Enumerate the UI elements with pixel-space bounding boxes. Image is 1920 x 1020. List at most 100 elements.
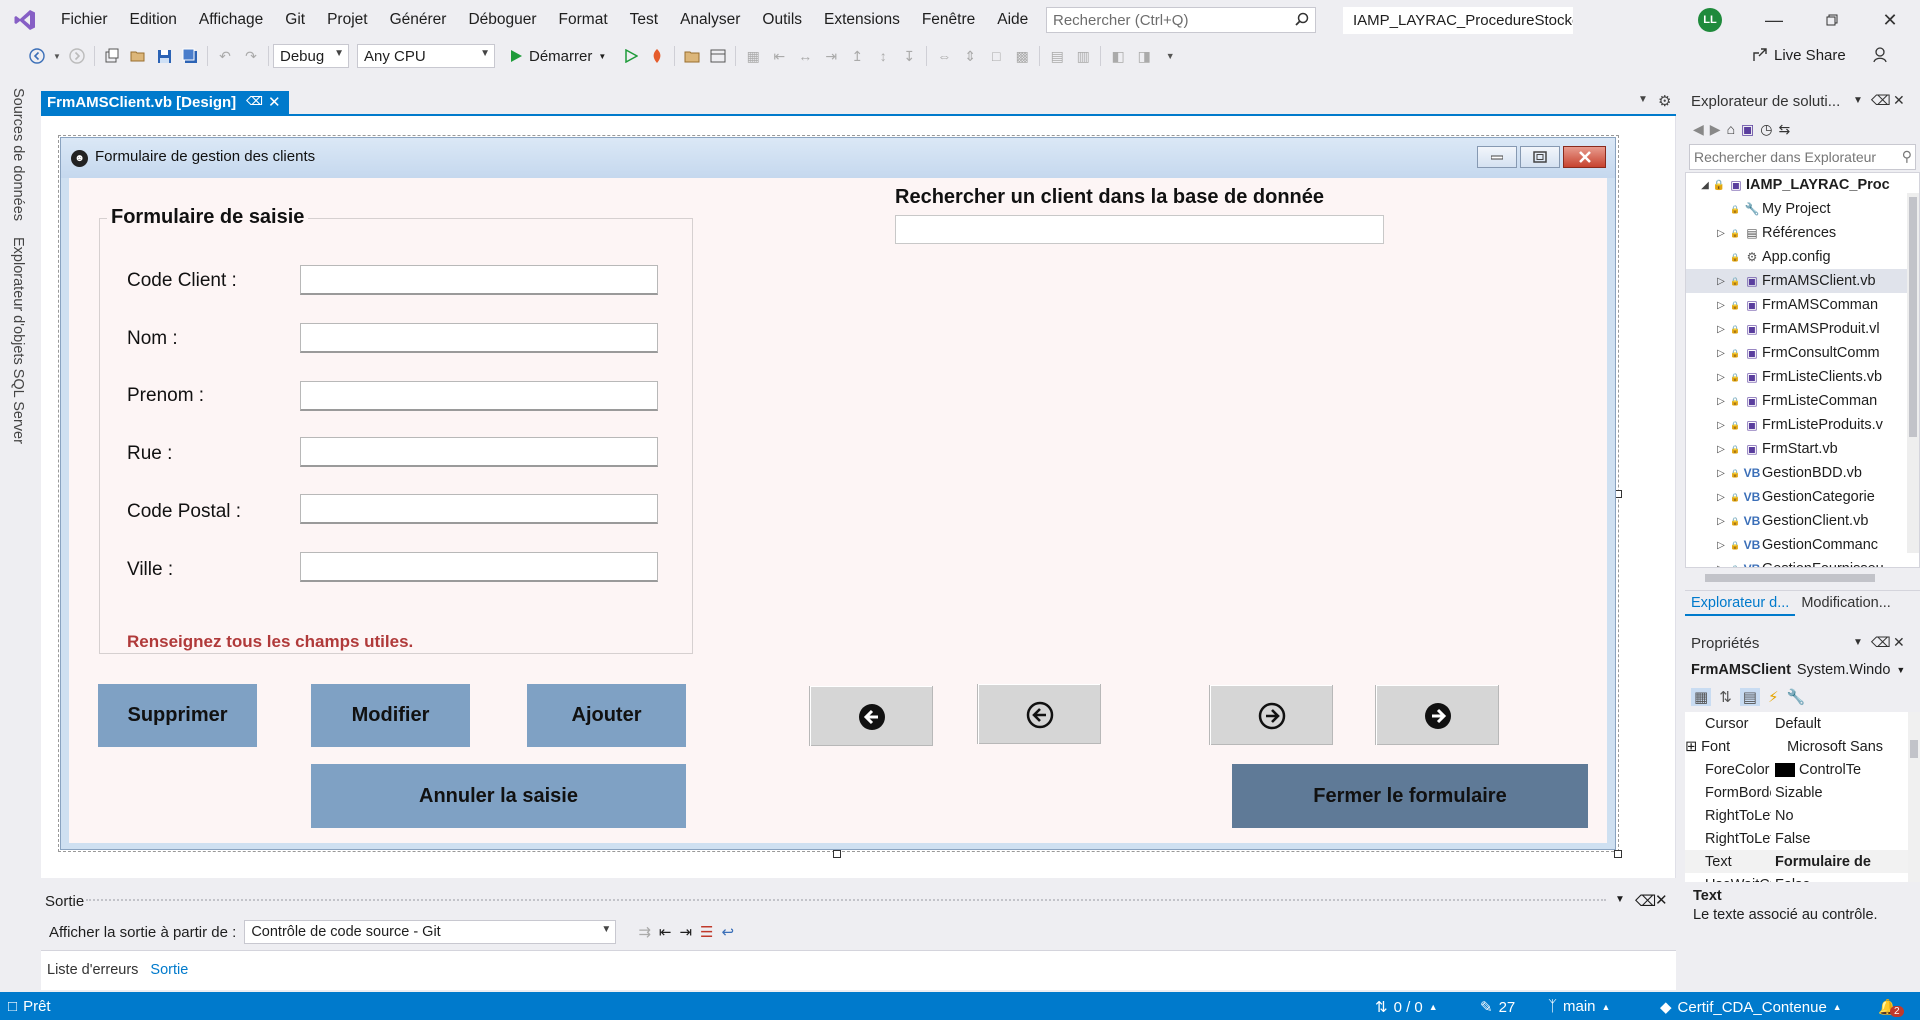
- next-record-button[interactable]: [1209, 685, 1333, 745]
- sql-server-object-explorer-tab[interactable]: Explorateur d'objets SQL Server: [10, 237, 26, 444]
- forward-icon[interactable]: ▶: [1710, 121, 1721, 138]
- menu-item-13[interactable]: Aide: [986, 11, 1039, 29]
- layout-icon[interactable]: [707, 45, 729, 67]
- alphabetical-icon[interactable]: ⇅: [1719, 688, 1732, 706]
- property-pages-icon[interactable]: 🔧: [1787, 688, 1806, 706]
- tree-item[interactable]: ▷ 🔒 VB GestionClient.vb: [1686, 509, 1919, 533]
- events-icon[interactable]: ⚡: [1768, 688, 1779, 706]
- save-all-icon[interactable]: [179, 45, 201, 67]
- tab-error-list[interactable]: Liste d'erreurs: [41, 959, 144, 983]
- platform-select[interactable]: Any CPU ▼: [357, 44, 495, 68]
- last-record-button[interactable]: [1375, 685, 1499, 745]
- ville-input[interactable]: [300, 552, 658, 582]
- menu-item-2[interactable]: Affichage: [188, 11, 274, 29]
- code-postal-input[interactable]: [300, 494, 658, 524]
- property-row[interactable]: ⊞ Font Microsoft Sans: [1685, 735, 1920, 758]
- minimize-icon[interactable]: —: [1762, 8, 1786, 32]
- align-grid-icon[interactable]: ▦: [742, 45, 764, 67]
- start-button[interactable]: Démarrer ▼: [509, 48, 606, 65]
- changes-indicator[interactable]: ⇅ 0 / 0 ▲: [1375, 998, 1438, 1017]
- collapsed-arrow-icon[interactable]: ▷: [1714, 324, 1728, 335]
- search-client-input[interactable]: [895, 215, 1384, 244]
- code-client-input[interactable]: [300, 265, 658, 295]
- document-tab[interactable]: FrmAMSClient.vb [Design] ⌫ ✕: [41, 91, 289, 115]
- form-window[interactable]: ☻ Formulaire de gestion des clients Form…: [60, 137, 1616, 850]
- pending-changes-icon[interactable]: ◷: [1760, 121, 1772, 138]
- first-record-button[interactable]: [809, 686, 933, 746]
- panel-menu-icon[interactable]: ▼: [1853, 95, 1863, 106]
- tree-item[interactable]: ▷ 🔒 VB GestionBDD.vb: [1686, 461, 1919, 485]
- tab-git-changes[interactable]: Modification...: [1795, 591, 1896, 616]
- tree-item[interactable]: ▷ 🔒 ▣ FrmListeProduits.v: [1686, 413, 1919, 437]
- switch-views-icon[interactable]: ▣: [1741, 121, 1754, 138]
- tab-overflow-icon[interactable]: ▼: [1638, 94, 1648, 105]
- menu-item-4[interactable]: Projet: [316, 11, 379, 29]
- property-row[interactable]: Cursor Default: [1685, 712, 1920, 735]
- word-wrap-icon[interactable]: ↩: [722, 923, 735, 941]
- vertical-spacing-icon[interactable]: ▥: [1072, 45, 1094, 67]
- align-left-icon[interactable]: ⇤: [768, 45, 790, 67]
- clear-all-icon[interactable]: ☰: [700, 923, 713, 941]
- close-panel-icon[interactable]: ✕: [1893, 634, 1905, 651]
- form-close-icon[interactable]: [1563, 146, 1606, 168]
- categorized-icon[interactable]: ▦: [1691, 688, 1712, 706]
- tree-item[interactable]: ▷ 🔒 ▣ FrmStart.vb: [1686, 437, 1919, 461]
- panel-menu-icon[interactable]: ▼: [1853, 637, 1863, 648]
- form-minimize-icon[interactable]: [1477, 146, 1517, 168]
- close-panel-icon[interactable]: ✕: [1655, 891, 1668, 909]
- collapsed-arrow-icon[interactable]: ▷: [1714, 444, 1728, 455]
- property-row[interactable]: ForeColor ControlTe: [1685, 758, 1920, 781]
- tree-item[interactable]: ▷ 🔒 ▤ Références: [1686, 221, 1919, 245]
- menu-item-10[interactable]: Outils: [751, 11, 813, 29]
- same-width-icon[interactable]: ⇔: [933, 45, 955, 67]
- panel-menu-icon[interactable]: ▼: [1615, 894, 1625, 905]
- tree-item[interactable]: ▷ 🔒 VB GestionCommanc: [1686, 533, 1919, 557]
- close-form-button[interactable]: Fermer le formulaire: [1232, 764, 1588, 828]
- close-tab-icon[interactable]: ✕: [268, 93, 281, 111]
- resize-handle-bottom[interactable]: [833, 850, 841, 858]
- pending-edits-indicator[interactable]: ✎ 27: [1480, 998, 1515, 1017]
- previous-message-icon[interactable]: ⇤: [659, 923, 672, 941]
- menu-item-7[interactable]: Format: [548, 11, 619, 29]
- rue-input[interactable]: [300, 437, 658, 467]
- align-bottom-icon[interactable]: ↧: [898, 45, 920, 67]
- property-row[interactable]: RightToLeftLFalse: [1685, 827, 1920, 850]
- horizontal-spacing-icon[interactable]: ▤: [1046, 45, 1068, 67]
- collapsed-arrow-icon[interactable]: ▷: [1714, 348, 1728, 359]
- pin-icon[interactable]: ⌫: [1871, 92, 1891, 109]
- tree-item[interactable]: ▷ 🔒 ▣ FrmAMSComman: [1686, 293, 1919, 317]
- same-size-icon[interactable]: □: [985, 45, 1007, 67]
- tree-item[interactable]: ▷ 🔒 ▣ FrmListeComman: [1686, 389, 1919, 413]
- find-message-icon[interactable]: ⇉: [638, 923, 651, 941]
- collapsed-arrow-icon[interactable]: ▷: [1714, 492, 1728, 503]
- tree-item[interactable]: ▷🔒VBGestionFournisseu: [1686, 557, 1919, 567]
- properties-scrollbar[interactable]: [1908, 712, 1920, 882]
- branch-indicator[interactable]: ᛉ main ▲: [1548, 998, 1610, 1015]
- prenom-input[interactable]: [300, 381, 658, 411]
- repository-indicator[interactable]: ◆ Certif_CDA_Contenue ▲: [1660, 998, 1842, 1017]
- navigate-forward-icon[interactable]: [66, 45, 88, 67]
- properties-icon[interactable]: ▤: [1739, 688, 1760, 706]
- dropdown-arrow-icon[interactable]: ▼: [52, 45, 62, 67]
- start-without-debug-icon[interactable]: [620, 45, 642, 67]
- property-row[interactable]: Text Formulaire de: [1685, 850, 1920, 873]
- tree-item[interactable]: ▷ 🔒 ▣ FrmAMSClient.vb: [1686, 269, 1919, 293]
- configuration-select[interactable]: Debug ▼: [273, 44, 349, 68]
- collapsed-arrow-icon[interactable]: ▷: [1714, 300, 1728, 311]
- next-message-icon[interactable]: ⇥: [679, 923, 692, 941]
- cancel-entry-button[interactable]: Annuler la saisie: [311, 764, 686, 828]
- tree-item[interactable]: 🔒 🔧 My Project: [1686, 197, 1919, 221]
- collapsed-arrow-icon[interactable]: ▷: [1714, 420, 1728, 431]
- open-file-icon[interactable]: [127, 45, 149, 67]
- solution-search-input[interactable]: Rechercher dans Explorateur ⚲: [1689, 144, 1916, 170]
- tree-item[interactable]: ▷ 🔒 ▣ FrmConsultComm: [1686, 341, 1919, 365]
- collapsed-arrow-icon[interactable]: ▷: [1714, 228, 1728, 239]
- menu-item-3[interactable]: Git: [274, 11, 316, 29]
- resize-handle-corner[interactable]: [1614, 850, 1622, 858]
- collapsed-arrow-icon[interactable]: ▷: [1714, 372, 1728, 383]
- size-to-grid-icon[interactable]: ▩: [1011, 45, 1033, 67]
- undo-icon[interactable]: ↶: [214, 45, 236, 67]
- pin-icon[interactable]: ⌫: [1635, 892, 1656, 910]
- collapsed-arrow-icon[interactable]: ▷: [1714, 540, 1728, 551]
- save-icon[interactable]: [153, 45, 175, 67]
